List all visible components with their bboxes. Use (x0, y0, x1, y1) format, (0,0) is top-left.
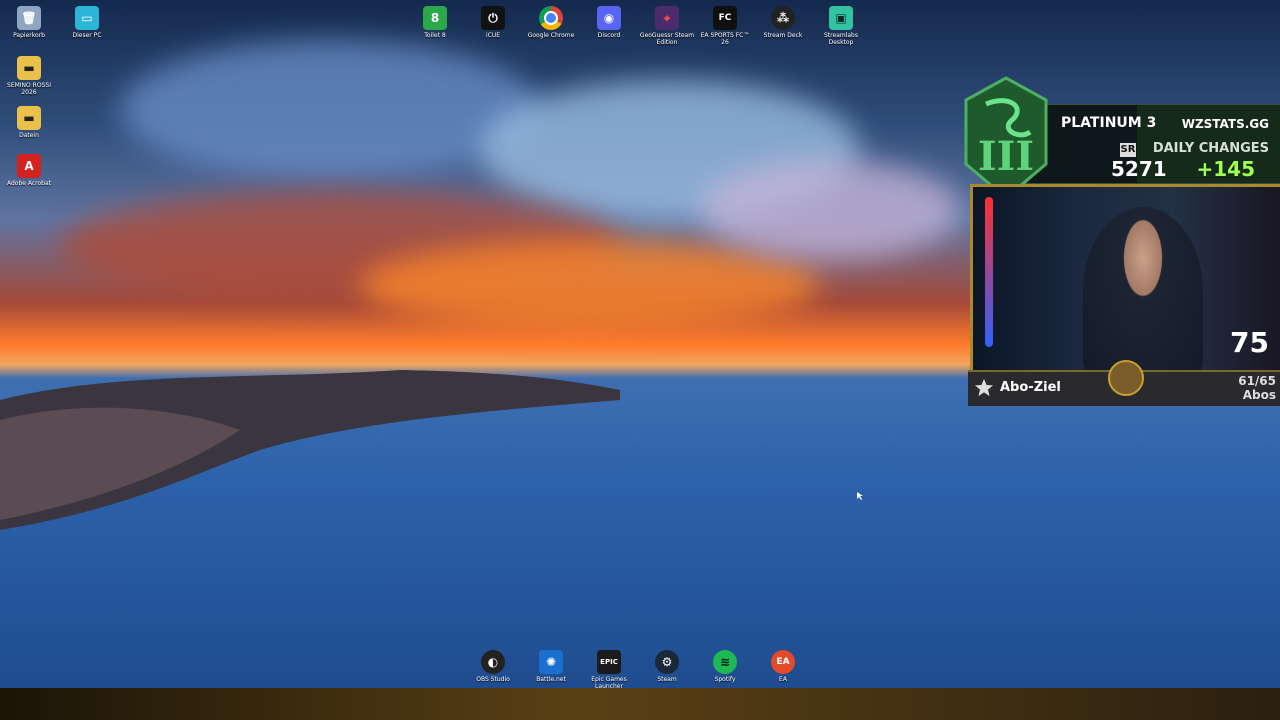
rank-emblem-icon: III (964, 76, 1048, 200)
desktop-icon-this-pc[interactable]: ▭ Dieser PC (58, 6, 116, 39)
map-pin-icon: ⌖ (655, 6, 679, 30)
desktop-icon-label: iCUE (485, 32, 501, 39)
daily-changes-value: +145 (1196, 157, 1255, 181)
desktop-icon-google-chrome[interactable]: Google Chrome (522, 6, 580, 39)
sr-label: SR (1120, 143, 1136, 157)
steam-icon: ⚙ (655, 650, 679, 674)
light-bar (985, 197, 993, 347)
avatar (1108, 360, 1144, 396)
desktop-icon-label: EA SPORTS FC™ 26 (700, 32, 750, 46)
chrome-icon (539, 6, 563, 30)
icue-icon: ⏻ (481, 6, 505, 30)
streamer-silhouette (1083, 207, 1203, 373)
desktop-icon-label: Datein (19, 132, 39, 139)
ea-fc-icon: FC (713, 6, 737, 30)
daily-changes-label: DAILY CHANGES (1152, 141, 1269, 156)
desktop-icon-steam[interactable]: ⚙ Steam (638, 650, 696, 683)
desktop-icon-label: Spotify (714, 676, 736, 683)
desktop-icon-label: OBS Studio (476, 676, 510, 683)
desktop-icon-epic-games[interactable]: EPIC Epic Games Launcher (580, 650, 638, 690)
ea-icon: EA (771, 650, 795, 674)
desktop-icon-battle-net[interactable]: ✺ Battle.net (522, 650, 580, 683)
desktop-icon-label: SEMINO ROSSI 2026 (7, 82, 51, 96)
desktop-icon-label: Stream Deck (763, 32, 803, 39)
desktop-icon-label: Adobe Acrobat (6, 180, 52, 187)
desktop-icon-discord[interactable]: ◉ Discord (580, 6, 638, 39)
desktop-icon-label: GeoGuessr Steam Edition (639, 32, 695, 46)
rank-text: PLATINUM 3 (1061, 115, 1157, 131)
star-icon (975, 379, 993, 396)
goal-unit: Abos (1242, 388, 1276, 402)
desktop-icon-label: Toilet 8 (424, 32, 446, 39)
folder-icon: ▬ (17, 106, 41, 130)
desktop-icon-geoguessr[interactable]: ⌖ GeoGuessr Steam Edition (638, 6, 696, 46)
spotify-icon: ≋ (713, 650, 737, 674)
desktop-icon-ea[interactable]: EA EA (754, 650, 812, 683)
stream-deck-icon: ⁂ (771, 6, 795, 30)
desktop-icon-ea-sports-fc[interactable]: FC EA SPORTS FC™ 26 (696, 6, 754, 46)
sr-value: 5271 (1111, 157, 1167, 181)
monitor-icon: ▭ (75, 6, 99, 30)
desktop-icon-label: Dieser PC (72, 32, 102, 39)
desktop-icon-label: EA (779, 676, 787, 683)
desktop-icon-label: Steam (657, 676, 677, 683)
desktop-icon-icue[interactable]: ⏻ iCUE (464, 6, 522, 39)
goal-count: 61/65 (1238, 374, 1276, 388)
desktop-icon-label: Discord (597, 32, 621, 39)
desktop-icon-label: Battle.net (536, 676, 566, 683)
desktop-icon-folder-datein[interactable]: ▬ Datein (0, 106, 58, 139)
folder-icon: ▬ (17, 56, 41, 80)
desktop-icon-adobe-acrobat[interactable]: A Adobe Acrobat (0, 154, 58, 187)
rock-pier (0, 370, 620, 530)
desktop-icon-label: Google Chrome (527, 32, 575, 39)
desktop-icon-toilet-8[interactable]: 8 Toilet 8 (406, 6, 464, 39)
desktop-icon-streamlabs[interactable]: ▣ Streamlabs Desktop (812, 6, 870, 46)
desktop-icon-spotify[interactable]: ≋ Spotify (696, 650, 754, 683)
discord-icon: ◉ (597, 6, 621, 30)
desktop-icon-label: Papierkorb (13, 32, 45, 39)
obs-icon: ◐ (481, 650, 505, 674)
epic-games-icon: EPIC (597, 650, 621, 674)
desktop-icon-recycle-bin[interactable]: 🗑 Papierkorb (0, 6, 58, 39)
desktop-icon-stream-deck[interactable]: ⁂ Stream Deck (754, 6, 812, 39)
goal-label: Abo-Ziel (1000, 380, 1061, 395)
toilet-8-icon: 8 (423, 6, 447, 30)
desktop-icon-label: Streamlabs Desktop (824, 32, 858, 46)
pdf-icon: A (17, 154, 41, 178)
streamlabs-icon: ▣ (829, 6, 853, 30)
desktop-icon-folder-semino[interactable]: ▬ SEMINO ROSSI 2026 (0, 56, 58, 96)
svg-text:III: III (978, 133, 1034, 180)
stats-bar: PLATINUM 3 SR 5271 WZSTATS.GG DAILY CHAN… (1026, 104, 1280, 184)
site-label: WZSTATS.GG (1181, 117, 1269, 131)
recycle-bin-icon: 🗑 (17, 6, 41, 30)
cam-number: 75 (1230, 326, 1269, 359)
desktop-icon-obs-studio[interactable]: ◐ OBS Studio (464, 650, 522, 683)
sub-goal-bar: Abo-Ziel 61/65 Abos (968, 360, 1280, 406)
stream-overlay: PLATINUM 3 SR 5271 WZSTATS.GG DAILY CHAN… (964, 76, 1280, 406)
mouse-cursor-icon (857, 492, 863, 500)
battle-net-icon: ✺ (539, 650, 563, 674)
bottom-strip (0, 688, 1280, 720)
webcam-feed: 75 (970, 184, 1280, 376)
